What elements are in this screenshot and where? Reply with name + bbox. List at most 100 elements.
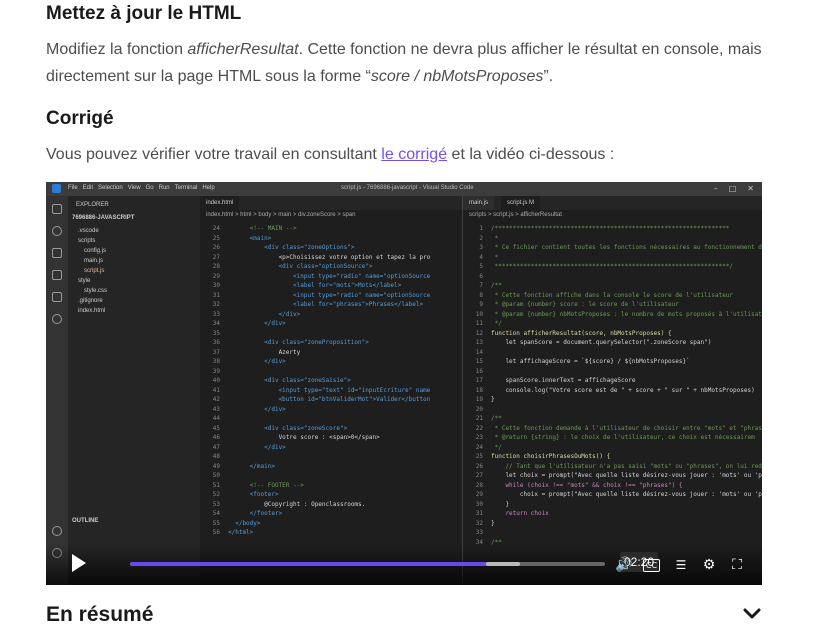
menu-item: Terminal [174, 185, 198, 191]
code-line: // Tant que l'utilisateur n'a pas saisi … [491, 462, 762, 470]
corrige-link[interactable]: le corrigé [381, 146, 447, 163]
line-number: 28 [475, 481, 483, 489]
code-line: <div class="zoneProposition"> [228, 339, 369, 346]
explorer-item: scripts [78, 238, 96, 244]
line-number: 5 [479, 263, 483, 270]
code-line: <label for="phrases">Phrases</label> [228, 301, 424, 308]
play-icon[interactable] [72, 554, 86, 572]
line-number: 35 [212, 329, 220, 337]
code-line: console.log("Votre score est de " + scor… [491, 386, 755, 394]
code-line: </div> [228, 320, 286, 327]
code-line: let affichageScore = `${score} / ${nbMot… [491, 358, 690, 365]
line-number: 41 [212, 386, 220, 394]
explorer-item: index.html [78, 308, 106, 314]
explorer-project: 7696886-JAVASCRIPT [72, 215, 135, 221]
editor-pane-left: index.html index.html > html > body > ma… [200, 196, 462, 585]
code-line: * @param {number} nbMotsProposes : le no… [491, 310, 762, 318]
menu-item: Go [145, 185, 154, 191]
code-line: } [491, 519, 495, 527]
line-number: 32 [475, 519, 483, 527]
line-number: 22 [475, 424, 483, 432]
explorer-item: .gitignore [78, 298, 103, 304]
line-number: 14 [475, 348, 483, 356]
line-number: 23 [475, 434, 483, 441]
code-line: <div class="zoneScore"> [228, 424, 348, 432]
code-line: <p>Choisissez votre option et tapez la p… [228, 253, 431, 261]
format-example: score / nbMotsProposes [370, 68, 544, 85]
code-line: */ [491, 320, 502, 327]
line-number: 24 [212, 225, 220, 232]
line-number: 48 [212, 453, 220, 460]
captions-icon[interactable]: CC [643, 559, 660, 572]
code-line: <!-- MAIN --> [228, 225, 297, 232]
code-line: * @return {string} : le choix de l'utili… [491, 434, 755, 441]
code-line: } [491, 500, 510, 508]
summary-accordion[interactable]: En résumé [46, 603, 762, 629]
text-fragment: Modifiez la fonction [46, 41, 188, 58]
code-line: Azerty [228, 348, 301, 356]
source-control-icon [52, 248, 62, 258]
corrige-paragraph: Vous pouvez vérifier votre travail en co… [46, 141, 762, 168]
vscode-menu: File Edit Selection View Go Run Terminal Help [68, 185, 220, 191]
explorer-header: EXPLORER [76, 202, 109, 208]
vscode-window-title: script.js - 7696886-javascript - Visual … [341, 185, 474, 191]
code-line: function choisirPhrasesOuMots() { [491, 453, 611, 460]
explorer-item: style [78, 278, 91, 284]
line-number: 13 [475, 339, 483, 346]
line-number: 20 [475, 405, 483, 413]
close-icon: ✕ [747, 184, 754, 193]
section-title-update-html: Mettez à jour le HTML [46, 3, 242, 24]
line-number: 37 [212, 348, 220, 356]
line-number: 25 [212, 234, 220, 242]
code-line: <input type="text" id="inputEcriture" na… [228, 386, 431, 394]
code-line: </div> [228, 443, 286, 451]
line-number: 30 [212, 282, 220, 289]
text-fragment: Vous pouvez vérifier votre travail en co… [46, 146, 382, 163]
minimize-icon: – [713, 184, 718, 193]
menu-item: File [68, 185, 78, 191]
line-number: 46 [212, 434, 220, 441]
code-line: Votre score : <span>0</span> [228, 434, 380, 441]
code-line: @Copyright : Openclassrooms. [228, 500, 366, 508]
line-number: 49 [212, 462, 220, 470]
progress-track[interactable]: 02:20 [130, 552, 659, 572]
line-number: 56 [212, 529, 220, 536]
tab-main-js: main.js [463, 196, 495, 210]
line-number: 29 [475, 491, 483, 498]
volume-icon[interactable]: 🔊 [615, 556, 633, 574]
transcript-icon[interactable]: ☰ [672, 556, 690, 574]
line-number: 28 [212, 263, 220, 270]
code-line: spanScore.innerText = affichageScore [491, 377, 636, 384]
code-line: return choix [491, 510, 549, 517]
line-number: 44 [212, 415, 220, 422]
code-line: let choix = prompt("Avec quelle liste dé… [491, 472, 762, 479]
line-number: 2 [479, 234, 483, 242]
line-number: 47 [212, 443, 220, 451]
code-line: <input type="radio" name="optionSource [228, 272, 431, 280]
explorer-item: .vscode [78, 228, 99, 234]
code-line: <main> [228, 234, 272, 242]
line-number: 18 [475, 386, 483, 394]
line-number: 9 [479, 301, 483, 308]
line-number: 4 [479, 253, 483, 261]
line-number: 7 [479, 282, 483, 289]
code-line: /***************************************… [491, 225, 730, 232]
files-icon [52, 204, 62, 214]
explorer-panel: EXPLORER 7696886-JAVASCRIPT OUTLINE .vsc… [68, 196, 200, 585]
fullscreen-icon[interactable]: ⛶ [728, 556, 746, 574]
code-line: ****************************************… [491, 263, 734, 270]
code-line: </div> [228, 405, 286, 413]
settings-icon[interactable]: ⚙ [700, 556, 718, 574]
line-number: 17 [475, 377, 483, 384]
video-player[interactable]: File Edit Selection View Go Run Terminal Help s… [46, 182, 762, 585]
line-number: 11 [475, 320, 483, 327]
chevron-down-icon[interactable] [742, 607, 762, 621]
code-line: <div class="optionSource"> [228, 263, 373, 270]
code-line: * Cette fonction affiche dans la console… [491, 291, 734, 299]
text-fragment: ”. [543, 68, 554, 85]
explorer-item: main.js [84, 258, 104, 264]
update-html-paragraph: Modifiez la fonction afficherResultat. C… [46, 36, 762, 90]
tab-bar-left: index.html [200, 196, 462, 210]
line-number: 38 [212, 358, 220, 365]
line-number: 24 [475, 443, 483, 451]
